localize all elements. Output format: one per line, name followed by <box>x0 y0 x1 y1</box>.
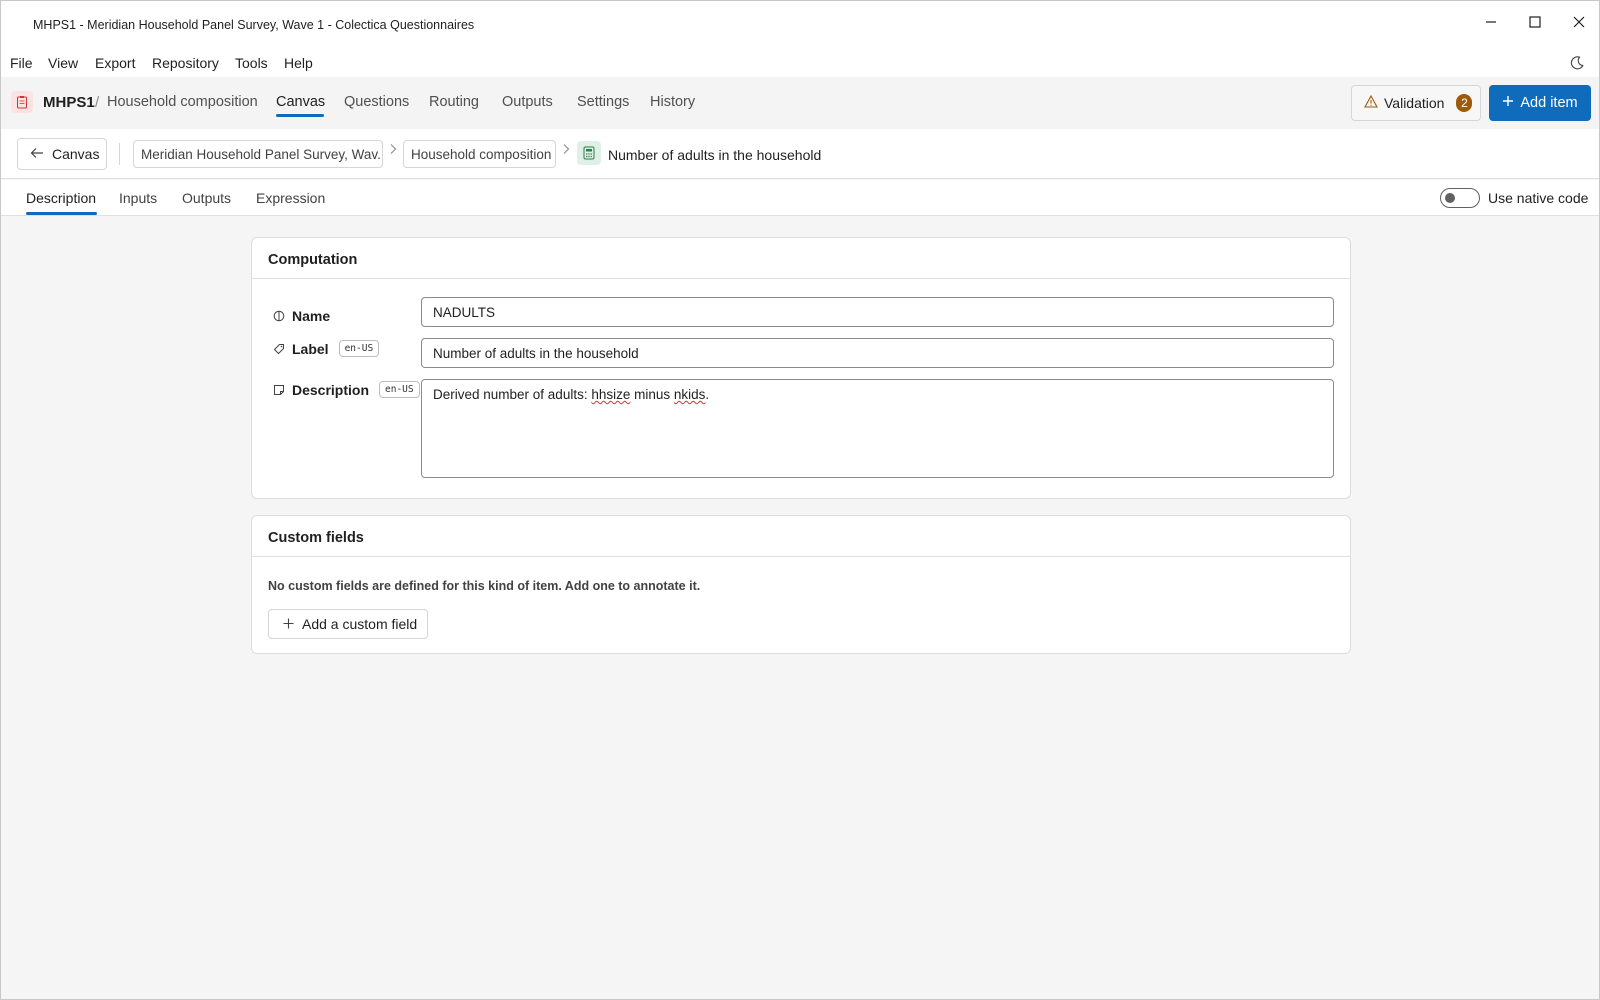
name-field-label: Name <box>272 308 330 324</box>
name-input[interactable]: NADULTS <box>421 297 1334 327</box>
misspelled-word: hhsize <box>591 387 631 402</box>
menu-tools[interactable]: Tools <box>235 55 268 71</box>
add-custom-field-button[interactable]: Add a custom field <box>268 609 428 639</box>
app-window: MHPS1 - Meridian Household Panel Survey,… <box>0 0 1600 1000</box>
chevron-right-icon <box>389 143 397 158</box>
item-tabs: Description Inputs Outputs Expression Us… <box>1 180 1599 216</box>
section-link[interactable]: Household composition <box>107 94 258 110</box>
item-breadcrumb-bar: Canvas Meridian Household Panel Survey, … <box>1 129 1599 179</box>
id-icon <box>272 309 286 323</box>
tag-icon <box>272 342 286 356</box>
project-code[interactable]: MHPS1 <box>43 94 95 111</box>
breadcrumb-survey[interactable]: Meridian Household Panel Survey, Wav... <box>133 140 383 168</box>
plus-icon <box>283 616 294 632</box>
empty-state-note: No custom fields are defined for this ki… <box>268 579 701 593</box>
note-icon <box>272 383 286 397</box>
active-subtab-indicator <box>26 212 97 215</box>
active-tab-indicator <box>276 114 324 117</box>
window-title: MHPS1 - Meridian Household Panel Survey,… <box>33 18 475 32</box>
title-bar: MHPS1 - Meridian Household Panel Survey,… <box>1 1 1599 47</box>
minimize-icon[interactable] <box>1469 7 1513 37</box>
custom-fields-panel: Custom fields No custom fields are defin… <box>251 515 1351 654</box>
label-input[interactable]: Number of adults in the household <box>421 338 1334 368</box>
tab-canvas[interactable]: Canvas <box>276 94 325 110</box>
menu-view[interactable]: View <box>48 55 78 71</box>
back-label: Canvas <box>52 146 100 162</box>
custom-fields-heading: Custom fields <box>252 516 1350 557</box>
menu-file[interactable]: File <box>10 55 33 71</box>
validation-button[interactable]: Validation 2 <box>1351 85 1481 121</box>
arrow-left-icon <box>30 146 44 162</box>
native-code-toggle[interactable] <box>1440 188 1480 208</box>
menu-help[interactable]: Help <box>284 55 313 71</box>
description-language-badge[interactable]: en-US <box>379 381 420 398</box>
warning-icon <box>1364 94 1378 111</box>
menu-export[interactable]: Export <box>95 55 135 71</box>
maximize-icon[interactable] <box>1513 7 1557 37</box>
label-field-label: Label en-US <box>272 340 380 357</box>
description-text-start: Derived number of adults: <box>433 387 592 402</box>
breadcrumb-separator: / <box>95 94 100 111</box>
toggle-knob <box>1445 193 1455 203</box>
misspelled-word: nkids <box>673 387 706 402</box>
native-code-label: Use native code <box>1488 190 1589 206</box>
menu-bar: File View Export Repository Tools Help <box>1 47 1599 77</box>
description-textarea[interactable]: Derived number of adults: hhsize minus n… <box>421 379 1334 478</box>
close-icon[interactable] <box>1557 7 1600 37</box>
clipboard-icon <box>11 91 33 113</box>
description-field-label: Description en-US <box>272 381 420 398</box>
computation-heading: Computation <box>252 238 1350 279</box>
breadcrumb-section[interactable]: Household composition <box>403 140 556 168</box>
tab-routing[interactable]: Routing <box>429 94 479 110</box>
tab-description[interactable]: Description <box>26 190 96 206</box>
tab-history[interactable]: History <box>650 94 695 110</box>
divider <box>119 143 120 165</box>
validation-count-badge: 2 <box>1456 94 1473 112</box>
description-label: Description <box>292 381 370 398</box>
name-label: Name <box>292 308 331 324</box>
plus-icon <box>1502 95 1514 111</box>
computation-panel: Computation Name NADULTS Label en-US Num… <box>251 237 1351 499</box>
tab-settings[interactable]: Settings <box>577 94 629 110</box>
add-item-label: Add item <box>1520 95 1578 111</box>
menu-repository[interactable]: Repository <box>152 55 219 71</box>
tab-inputs[interactable]: Inputs <box>119 190 157 206</box>
back-to-canvas-button[interactable]: Canvas <box>17 138 107 170</box>
tab-expression[interactable]: Expression <box>256 190 325 206</box>
tab-outputs-item[interactable]: Outputs <box>182 190 231 206</box>
tab-questions[interactable]: Questions <box>344 94 409 110</box>
moon-icon[interactable] <box>1569 55 1585 71</box>
current-item-title: Number of adults in the household <box>608 147 822 163</box>
chevron-right-icon <box>562 143 570 158</box>
label-language-badge[interactable]: en-US <box>338 340 380 357</box>
add-item-button[interactable]: Add item <box>1489 85 1591 121</box>
calculator-icon <box>577 141 601 165</box>
label-label: Label <box>292 340 329 357</box>
add-custom-field-label: Add a custom field <box>302 616 418 632</box>
tab-outputs[interactable]: Outputs <box>502 94 553 110</box>
description-text-end: . <box>705 387 710 402</box>
validation-label: Validation <box>1384 95 1445 111</box>
description-text-middle: minus <box>630 387 674 402</box>
